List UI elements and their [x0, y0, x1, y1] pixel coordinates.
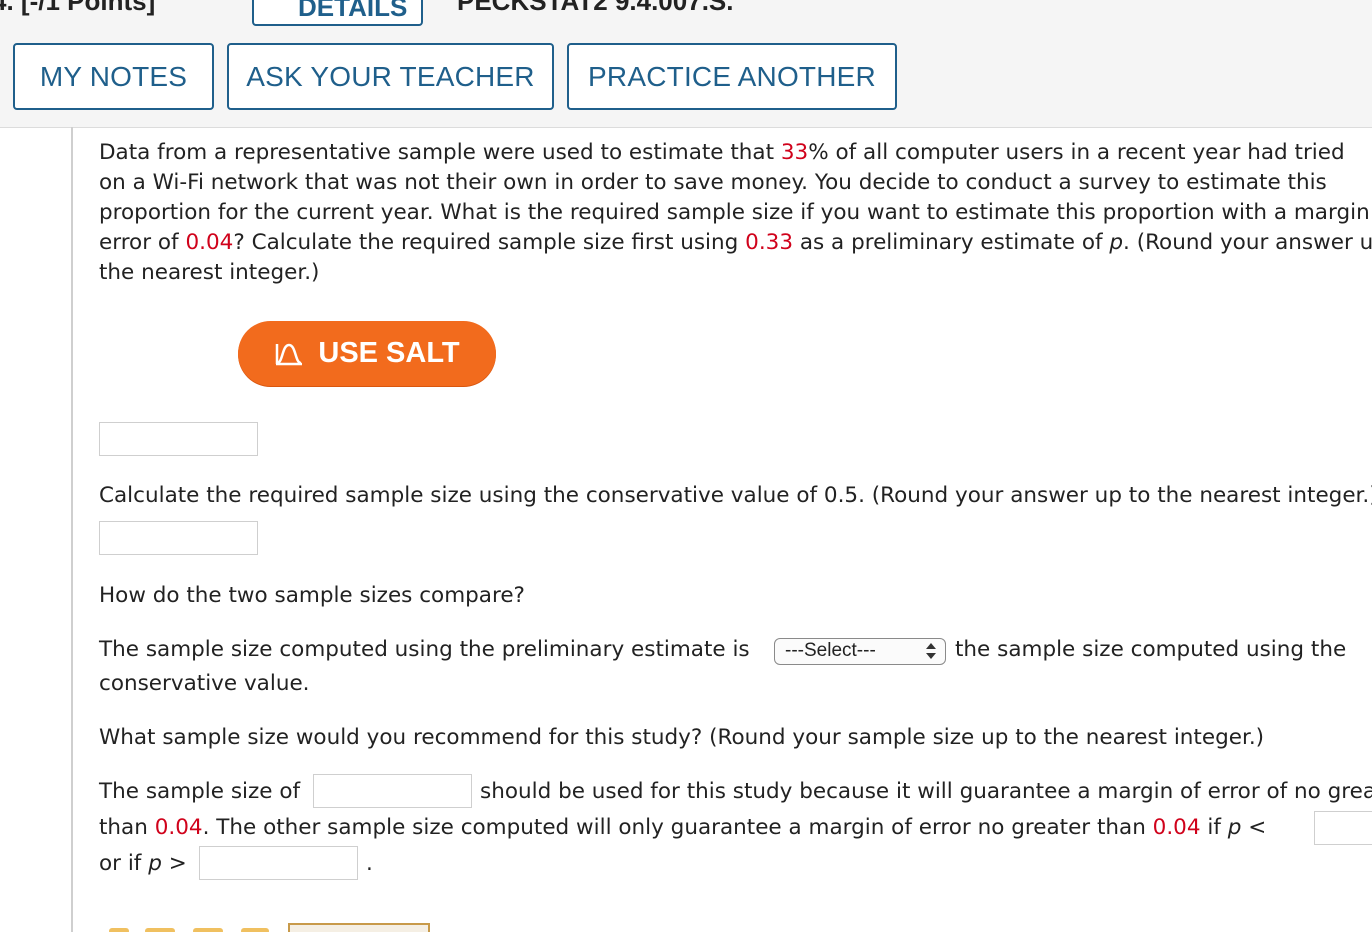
p-greater-than-input[interactable]: [199, 846, 358, 880]
select-arrows-icon: [926, 643, 936, 659]
part3-sentence-a: The sample size computed using the preli…: [99, 637, 750, 662]
question-line-2: on a Wi-Fi network that was not their ow…: [99, 170, 1327, 195]
part4-sentence-1a: The sample size of: [99, 779, 301, 804]
ask-your-teacher-button[interactable]: ASK YOUR TEACHER: [227, 43, 554, 110]
margin-of-error-value-3: 0.04: [1152, 815, 1201, 840]
preliminary-sample-size-input[interactable]: [99, 422, 258, 456]
question-line-3: proportion for the current year. What is…: [99, 200, 1372, 225]
recommended-sample-size-input[interactable]: [313, 774, 472, 808]
comparison-select[interactable]: ---Select---: [774, 638, 946, 665]
use-salt-label: USE SALT: [318, 337, 460, 369]
part2-text: Calculate the required sample size using…: [99, 483, 1372, 508]
percent-value: 33: [780, 140, 809, 165]
use-salt-button[interactable]: USE SALT: [238, 321, 496, 386]
question-source-label: PECKSTAT2 9.4.007.S.: [457, 0, 734, 16]
part4-sentence-3: or if p >: [99, 851, 187, 876]
need-help-dash-3: [193, 928, 223, 932]
comparison-select-value: ---Select---: [785, 640, 876, 661]
question-line-1: Data from a representative sample were u…: [99, 140, 1345, 165]
question-body: Data from a representative sample were u…: [71, 127, 1372, 932]
part3-sentence-b: the sample size computed using the: [955, 637, 1347, 662]
part3-sentence-c: conservative value.: [99, 671, 310, 696]
practice-another-button[interactable]: PRACTICE ANOTHER: [567, 43, 897, 110]
part3-question: How do the two sample sizes compare?: [99, 583, 525, 608]
ask-your-teacher-label: ASK YOUR TEACHER: [246, 60, 535, 92]
details-label: DETAILS: [298, 0, 408, 22]
sentence-end-period: .: [366, 851, 373, 876]
margin-of-error-value-2: 0.04: [154, 815, 203, 840]
question-points-label: 4. [-/1 Points]: [0, 0, 156, 16]
practice-another-label: PRACTICE ANOTHER: [588, 60, 876, 92]
salt-curve-icon: [276, 343, 303, 365]
my-notes-label: MY NOTES: [39, 60, 188, 92]
preliminary-estimate-value: 0.33: [745, 230, 794, 255]
question-line-5: the nearest integer.): [99, 260, 320, 285]
question-header: 4. [-/1 Points] DETAILS PECKSTAT2 9.4.00…: [0, 0, 1372, 128]
need-help-button[interactable]: [288, 923, 430, 932]
need-help-dash-1: [109, 928, 129, 932]
my-notes-button[interactable]: MY NOTES: [13, 43, 214, 110]
part4-question: What sample size would you recommend for…: [99, 725, 1265, 750]
margin-of-error-value: 0.04: [185, 230, 234, 255]
need-help-dash-4: [241, 928, 269, 932]
part4-sentence-1b: should be used for this study because it…: [480, 779, 1372, 804]
p-less-than-input[interactable]: [1314, 811, 1372, 845]
question-line-4: error of 0.04? Calculate the required sa…: [99, 230, 1372, 255]
part4-sentence-2: than 0.04. The other sample size compute…: [99, 815, 1267, 840]
need-help-dash-2: [145, 928, 175, 932]
conservative-sample-size-input[interactable]: [99, 521, 258, 555]
details-button[interactable]: DETAILS: [252, 0, 423, 26]
